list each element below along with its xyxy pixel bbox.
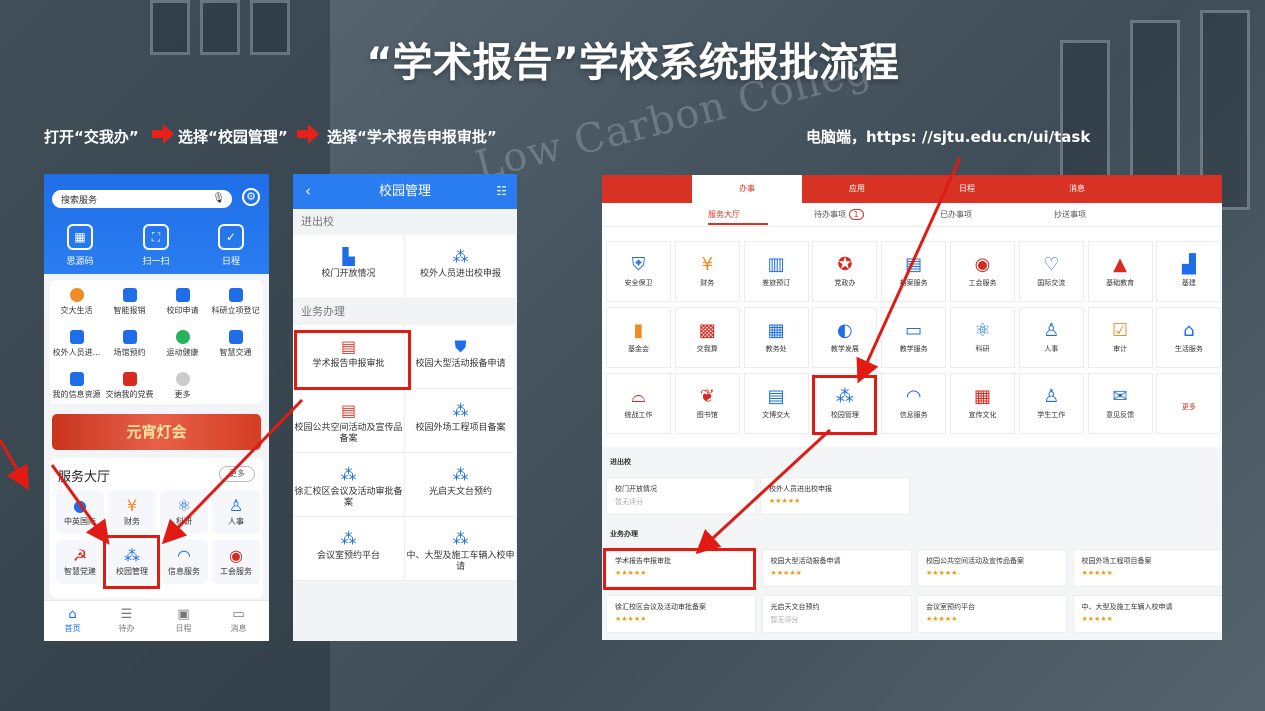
guide-arrow [856, 157, 962, 384]
guide-arrow [695, 428, 832, 555]
guide-arrow [0, 439, 30, 491]
guide-arrow [161, 398, 304, 545]
guide-arrows [0, 157, 962, 555]
guide-arrow [50, 464, 110, 545]
